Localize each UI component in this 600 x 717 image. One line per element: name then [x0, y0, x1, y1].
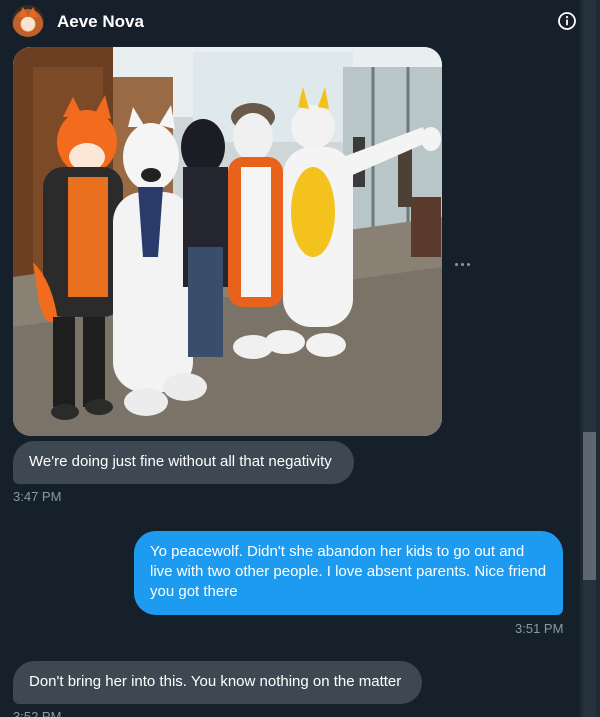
photo-message[interactable]: [13, 47, 442, 436]
message-timestamp: 3:47 PM: [13, 489, 62, 504]
message-text: Don't bring her into this. You know noth…: [29, 673, 402, 690]
received-message[interactable]: We're doing just fine without all that n…: [13, 441, 354, 484]
scrollbar[interactable]: [580, 0, 600, 717]
more-options-icon[interactable]: [452, 255, 474, 273]
message-text: Yo peacewolf. Didn't she abandon her kid…: [150, 543, 547, 600]
message-timestamp: 3:51 PM: [515, 621, 564, 636]
scrollbar-track[interactable]: [583, 0, 596, 717]
avatar-face: [21, 17, 35, 31]
conversation-title[interactable]: Aeve Nova: [57, 12, 144, 32]
received-message[interactable]: Don't bring her into this. You know noth…: [13, 661, 422, 704]
avatar[interactable]: [12, 5, 44, 37]
message-timestamp: 3:52 PM: [13, 709, 62, 717]
scrollbar-thumb[interactable]: [583, 432, 596, 580]
conversation-header: Aeve Nova: [0, 0, 580, 44]
dm-conversation-window: Aeve Nova We're doing just fine without …: [0, 0, 600, 717]
avatar-ear-left: [18, 7, 28, 17]
message-text: We're doing just fine without all that n…: [29, 453, 332, 470]
sent-message[interactable]: Yo peacewolf. Didn't she abandon her kid…: [134, 531, 563, 615]
avatar-ear-right: [28, 7, 38, 17]
info-icon[interactable]: [557, 11, 577, 31]
